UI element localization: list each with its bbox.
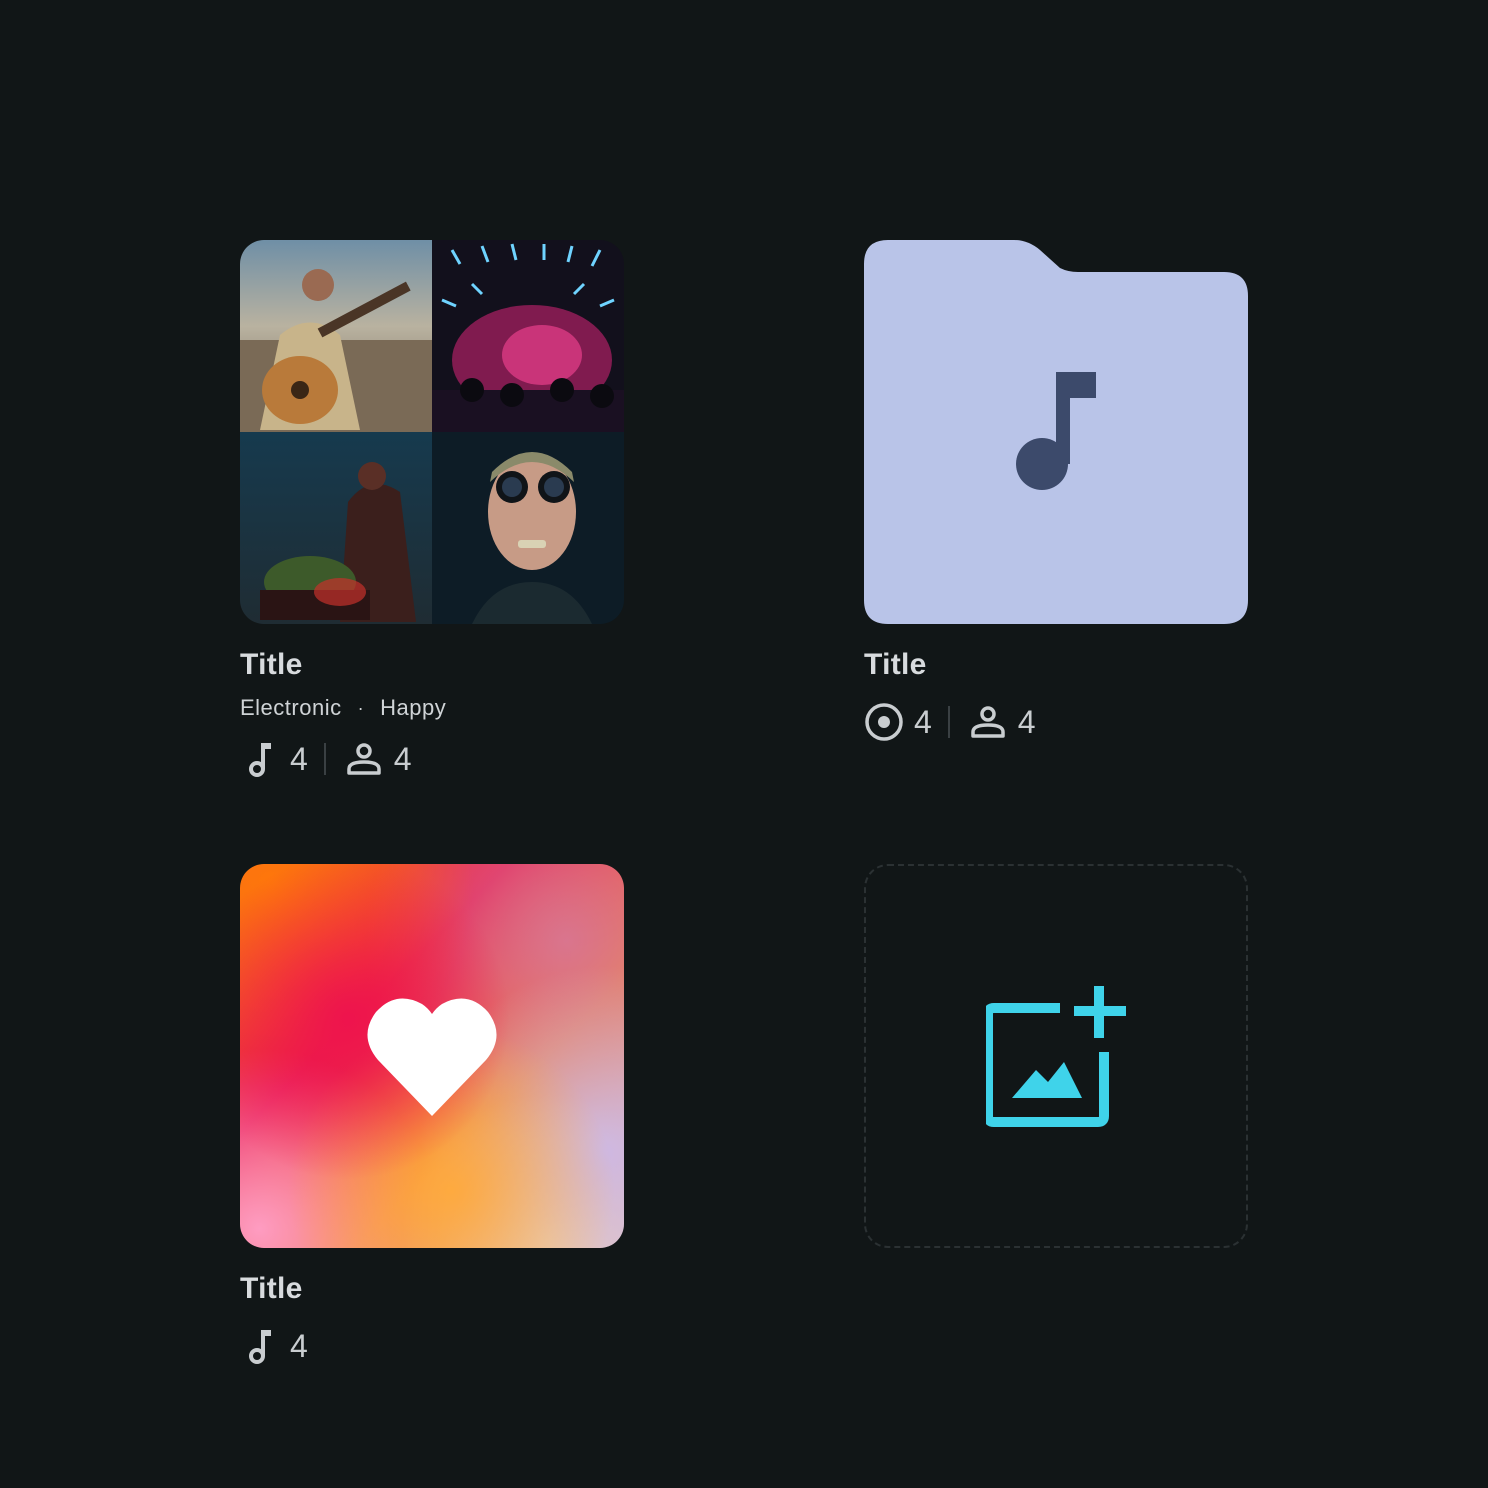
track-count: 4 [240,1326,308,1366]
mood-tag[interactable]: Happy [380,695,446,721]
genre-tag[interactable]: Electronic [240,695,342,721]
folder-stats: 4 4 [864,702,1248,742]
person-icon [968,702,1008,742]
music-note-icon [1014,370,1098,494]
track-count: 4 [240,739,308,779]
follower-count: 4 [968,702,1036,742]
cover-tile-club [432,240,624,432]
stat-divider [323,743,326,775]
playlist-count: 4 [864,702,932,742]
folder-card[interactable]: Title 4 4 [864,240,1248,742]
playlist-count-value: 4 [914,704,932,740]
liked-songs-card[interactable]: Title 4 [240,864,624,1366]
track-count-value: 4 [290,741,308,777]
liked-songs-cover[interactable] [240,864,624,1248]
disc-icon [864,702,904,742]
playlist-title[interactable]: Title [240,648,624,682]
follower-count-value: 4 [1017,704,1036,740]
track-count-value: 4 [290,1328,308,1364]
person-icon [344,739,384,779]
cover-tile-sunglasses [432,432,624,624]
follower-count: 4 [344,739,412,779]
follower-count-value: 4 [393,741,412,777]
music-note-icon [240,1326,280,1366]
cover-tile-guitarist [240,240,432,432]
folder-title[interactable]: Title [864,648,1248,682]
tag-separator: · [357,697,365,718]
playlist-card-collage[interactable]: Title Electronic · Happy 4 4 [240,240,624,779]
folder-cover[interactable] [864,240,1248,624]
playlist-cover-collage[interactable] [240,240,624,624]
add-cover-card[interactable] [864,864,1248,1248]
heart-icon [367,998,497,1116]
add-cover-dropzone[interactable] [864,864,1248,1248]
playlist-tags: Electronic · Happy [240,695,624,721]
playlist-stats: 4 4 [240,739,624,779]
stat-divider [947,706,950,738]
add-photo-icon [986,986,1126,1127]
liked-songs-title[interactable]: Title [240,1272,624,1306]
music-note-icon [240,739,280,779]
cover-tile-dj [240,432,432,624]
liked-songs-stats: 4 [240,1326,624,1366]
